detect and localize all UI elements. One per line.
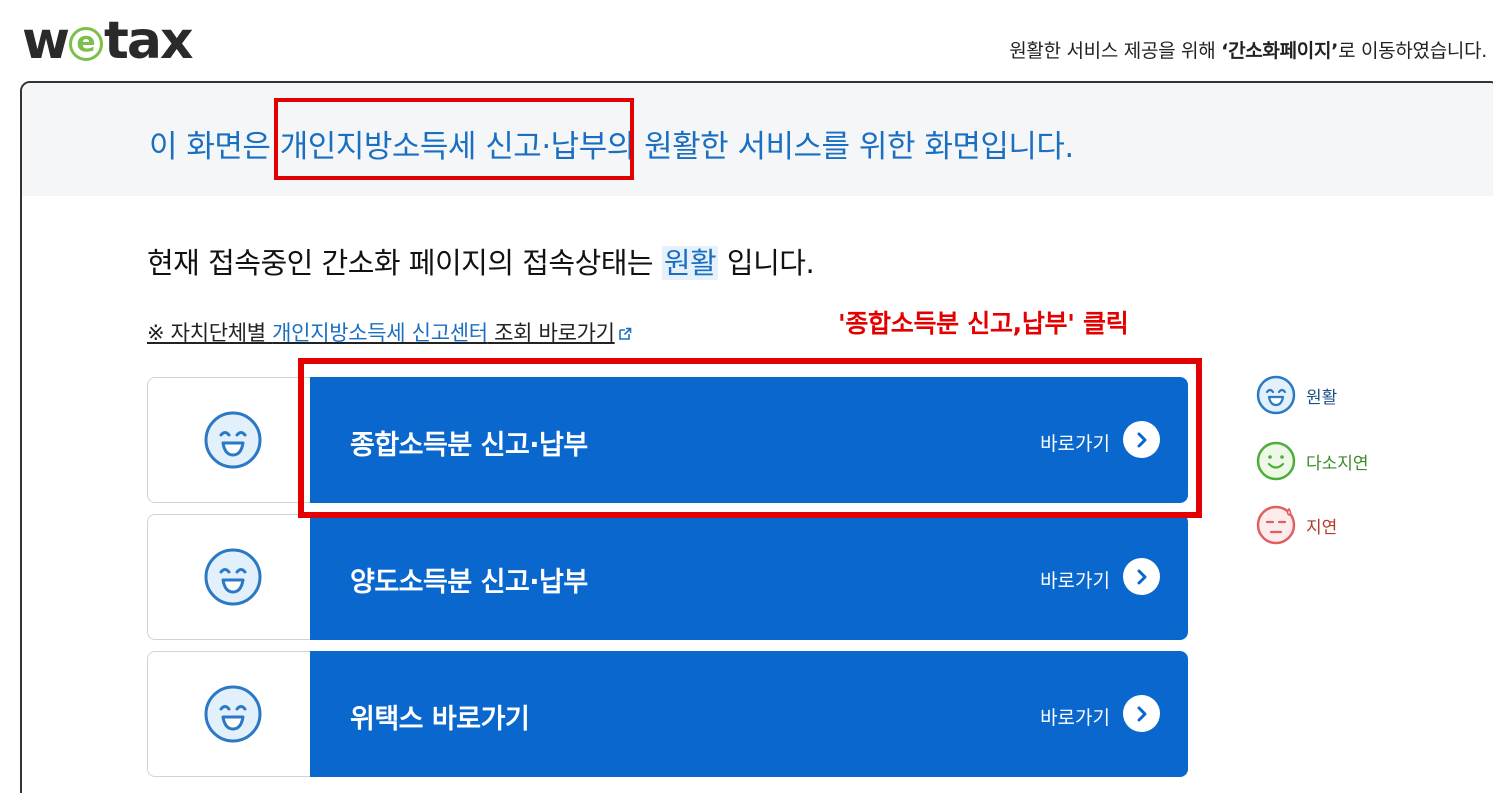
calm-face-icon bbox=[1256, 441, 1296, 481]
highlight-box-button bbox=[298, 358, 1202, 518]
smile-face-icon bbox=[204, 685, 261, 743]
smile-face-icon bbox=[204, 548, 261, 606]
smile-face-icon bbox=[204, 411, 261, 469]
status-value: 원활 bbox=[661, 246, 719, 280]
chevron-right-icon bbox=[1123, 558, 1160, 595]
logo-e-circle: e bbox=[69, 27, 104, 61]
sweat-face-icon bbox=[1256, 505, 1296, 545]
wetax-shortcut-button[interactable]: 위택스 바로가기 바로가기 bbox=[310, 651, 1188, 777]
title-banner: 이 화면은 개인지방소득세 신고·납부의 원활한 서비스를 위한 화면입니다. bbox=[22, 83, 1493, 196]
status-face-cell bbox=[147, 651, 317, 777]
status-face-cell bbox=[147, 377, 317, 503]
highlight-box-headline bbox=[274, 98, 634, 180]
header-notice: 원활한 서비스 제공을 위해 ‘간소화페이지’로 이동하였습니다. bbox=[1009, 40, 1487, 62]
status-face-cell bbox=[147, 514, 317, 640]
tax-center-link[interactable]: ※ 자치단체별 개인지방소득세 신고센터 조회 바로가기 bbox=[147, 317, 632, 347]
smile-face-icon bbox=[1256, 375, 1296, 415]
external-link-icon bbox=[618, 327, 631, 340]
legend-item-slight-delay: 다소지연 bbox=[1256, 441, 1369, 481]
click-instruction-annotation: '종합소득분 신고,납부' 클릭 bbox=[838, 309, 1129, 338]
chevron-right-icon bbox=[1123, 695, 1160, 732]
service-row-transfer: 양도소득분 신고·납부 바로가기 bbox=[147, 514, 1188, 640]
legend-item-smooth: 원활 bbox=[1256, 375, 1337, 415]
service-row-wetax: 위택스 바로가기 바로가기 bbox=[147, 651, 1188, 777]
wetax-logo[interactable]: w e tax bbox=[22, 15, 194, 67]
connection-status-line: 현재 접속중인 간소화 페이지의 접속상태는 원활 입니다. bbox=[147, 246, 815, 280]
transfer-income-report-button[interactable]: 양도소득분 신고·납부 바로가기 bbox=[310, 514, 1188, 640]
legend-item-delay: 지연 bbox=[1256, 505, 1337, 545]
